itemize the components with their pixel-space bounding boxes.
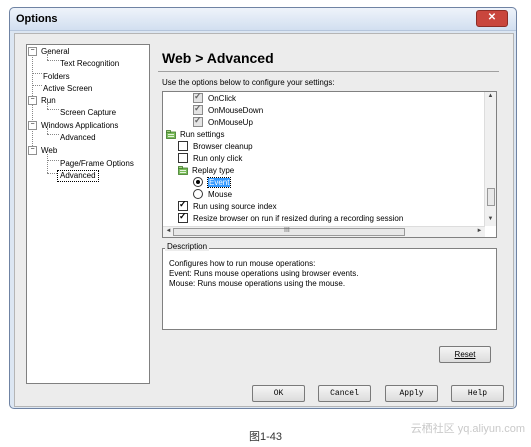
option-onmouseup[interactable]: OnMouseUp	[193, 115, 253, 128]
option-event[interactable]: Event	[193, 176, 232, 188]
settings-panel: Web > Advanced Use the options below to …	[158, 44, 499, 382]
event-radio[interactable]	[193, 177, 203, 187]
tree-connector	[32, 73, 42, 74]
tree-item-run[interactable]: Run	[41, 96, 56, 106]
tree-item-web-advanced[interactable]: Advanced	[57, 170, 99, 182]
tree-item-windows-advanced[interactable]: Advanced	[60, 133, 96, 143]
option-run-only-click[interactable]: Run only click	[178, 152, 242, 164]
tree-connector	[47, 60, 59, 61]
tree-item-active-screen[interactable]: Active Screen	[43, 84, 92, 94]
expand-toggle-web[interactable]: −	[28, 146, 37, 155]
settings-folder-icon	[178, 165, 188, 175]
group-replay-type[interactable]: Replay type	[178, 164, 234, 176]
option-browser-cleanup[interactable]: Browser cleanup	[178, 140, 253, 152]
page-title: Web > Advanced	[162, 50, 274, 66]
option-label: OnMouseDown	[208, 105, 264, 115]
tree-item-windows-applications[interactable]: Windows Applications	[41, 121, 118, 131]
group-label: Run settings	[180, 129, 225, 139]
description-box: Configures how to run mouse operations: …	[162, 248, 497, 330]
tree-item-web[interactable]: Web	[41, 146, 57, 156]
expand-toggle-general[interactable]: −	[28, 47, 37, 56]
close-button[interactable]: ✕	[476, 10, 508, 27]
options-dialog: Options ✕ − General Text Recognition Fol…	[9, 7, 517, 409]
browser-cleanup-checkbox[interactable]	[178, 141, 188, 151]
option-label: Run only click	[193, 153, 243, 163]
mouse-radio[interactable]	[193, 189, 203, 199]
option-label: Resize browser on run if resized during …	[193, 213, 404, 223]
run-only-click-checkbox[interactable]	[178, 153, 188, 163]
scroll-grip-icon: III	[284, 227, 290, 234]
options-tree[interactable]: − General Text Recognition Folders Activ…	[26, 44, 150, 384]
onmouseup-checkbox[interactable]	[193, 115, 203, 127]
onclick-checkbox[interactable]	[193, 92, 203, 103]
expand-toggle-run[interactable]: −	[28, 96, 37, 105]
tree-item-general[interactable]: General	[41, 47, 69, 57]
description-legend: Description	[165, 242, 210, 251]
help-button[interactable]: Help	[451, 385, 504, 402]
group-run-settings[interactable]: Run settings	[166, 128, 224, 140]
reset-button[interactable]: Reset	[439, 346, 491, 363]
window-title: Options	[16, 13, 58, 25]
horizontal-scroll-thumb[interactable]: III	[173, 227, 405, 236]
onmousedown-checkbox[interactable]	[193, 103, 203, 115]
settings-folder-icon	[166, 129, 176, 139]
option-label: OnClick	[208, 93, 237, 103]
expand-toggle-windows-applications[interactable]: −	[28, 121, 37, 130]
option-mouse[interactable]: Mouse	[193, 188, 232, 200]
horizontal-scrollbar[interactable]: ◄ III ►	[163, 226, 485, 237]
scroll-down-icon[interactable]: ▼	[485, 216, 496, 222]
resize-browser-checkbox[interactable]	[178, 211, 188, 223]
tree-connector	[47, 109, 59, 110]
tree-item-screen-capture[interactable]: Screen Capture	[60, 108, 116, 118]
tree-item-folders[interactable]: Folders	[43, 72, 70, 82]
watermark: 云栖社区 yq.aliyun.com	[410, 423, 525, 435]
scroll-up-icon[interactable]: ▲	[485, 93, 496, 99]
tree-item-text-recognition[interactable]: Text Recognition	[60, 59, 119, 69]
tree-connector	[47, 160, 59, 161]
vertical-scrollbar[interactable]: ▲ ▼	[484, 92, 496, 226]
instructions-text: Use the options below to configure your …	[162, 78, 335, 87]
reset-button-label: Reset	[454, 350, 476, 359]
tree-item-page-frame-options[interactable]: Page/Frame Options	[60, 159, 134, 169]
ok-button[interactable]: OK	[252, 385, 305, 402]
tree-connector	[32, 85, 42, 86]
group-label: Replay type	[192, 165, 235, 175]
option-label: Browser cleanup	[193, 141, 253, 151]
dialog-content: − General Text Recognition Folders Activ…	[14, 33, 514, 407]
tree-connector	[47, 134, 59, 135]
title-bar: Options ✕	[10, 8, 516, 31]
option-onmousedown[interactable]: OnMouseDown	[193, 103, 264, 116]
description-line: Configures how to run mouse operations:	[169, 259, 316, 268]
settings-list[interactable]: OnClick OnMouseDown OnMouseUp	[162, 91, 497, 238]
option-label: Event	[206, 176, 232, 188]
scroll-right-icon[interactable]: ►	[474, 228, 485, 234]
option-label: Mouse	[208, 189, 233, 199]
option-label: Run using source index	[193, 201, 277, 211]
description-line: Mouse: Runs mouse operations using the m…	[169, 279, 346, 288]
option-resize-browser[interactable]: Resize browser on run if resized during …	[178, 211, 404, 224]
description-line: Event: Runs mouse operations using brows…	[169, 269, 359, 278]
heading-divider	[158, 71, 499, 72]
option-label: OnMouseUp	[208, 117, 253, 127]
cancel-button[interactable]: Cancel	[318, 385, 371, 402]
run-using-source-index-checkbox[interactable]	[178, 199, 188, 211]
vertical-scroll-thumb[interactable]	[487, 188, 495, 206]
option-run-using-source-index[interactable]: Run using source index	[178, 199, 277, 212]
tree-guide-line	[47, 154, 48, 173]
apply-button[interactable]: Apply	[385, 385, 438, 402]
